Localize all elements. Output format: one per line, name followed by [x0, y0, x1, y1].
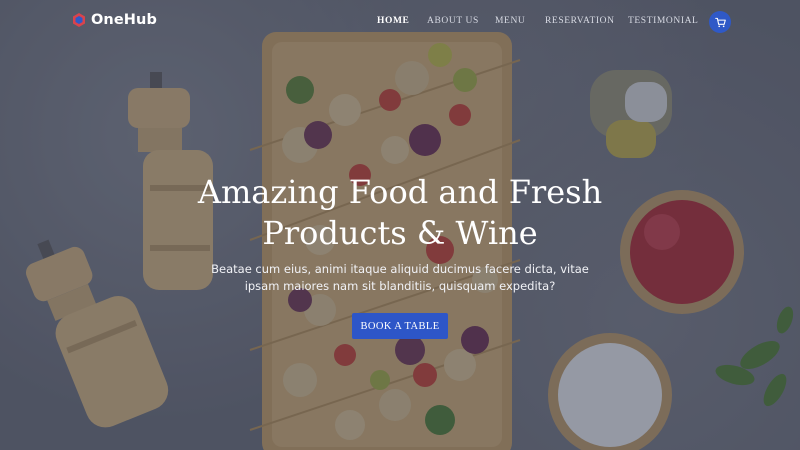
nav-item-reservation[interactable]: RESERVATION	[545, 16, 615, 26]
hero-subtitle-line-1: Beatae cum eius, animi itaque aliquid du…	[211, 262, 589, 276]
hero-title: Amazing Food and Fresh Products & Wine	[150, 172, 650, 254]
cart-icon	[714, 17, 726, 27]
hero-title-line-1: Amazing Food and Fresh	[197, 173, 603, 211]
cart-button[interactable]	[709, 11, 731, 33]
nav-item-testimonial[interactable]: TESTIMONIAL	[628, 16, 698, 26]
nav-item-about-us[interactable]: ABOUT US	[427, 16, 479, 26]
hero-title-line-2: Products & Wine	[262, 214, 538, 252]
hero-subtitle-line-2: ipsam maiores nam sit blanditiis, quisqu…	[244, 278, 556, 293]
hero-section: OneHub HOME ABOUT US MENU RESERVATION TE…	[0, 0, 800, 450]
nav-item-menu[interactable]: MENU	[495, 16, 525, 26]
book-a-table-button[interactable]: BOOK A TABLE	[352, 313, 448, 339]
nav-item-home[interactable]: HOME	[377, 16, 409, 26]
site-header: OneHub HOME ABOUT US MENU RESERVATION TE…	[0, 0, 800, 44]
hero-subtitle: Beatae cum eius, animi itaque aliquid du…	[205, 261, 595, 294]
main-nav: HOME ABOUT US MENU RESERVATION TESTIMONI…	[0, 16, 800, 28]
